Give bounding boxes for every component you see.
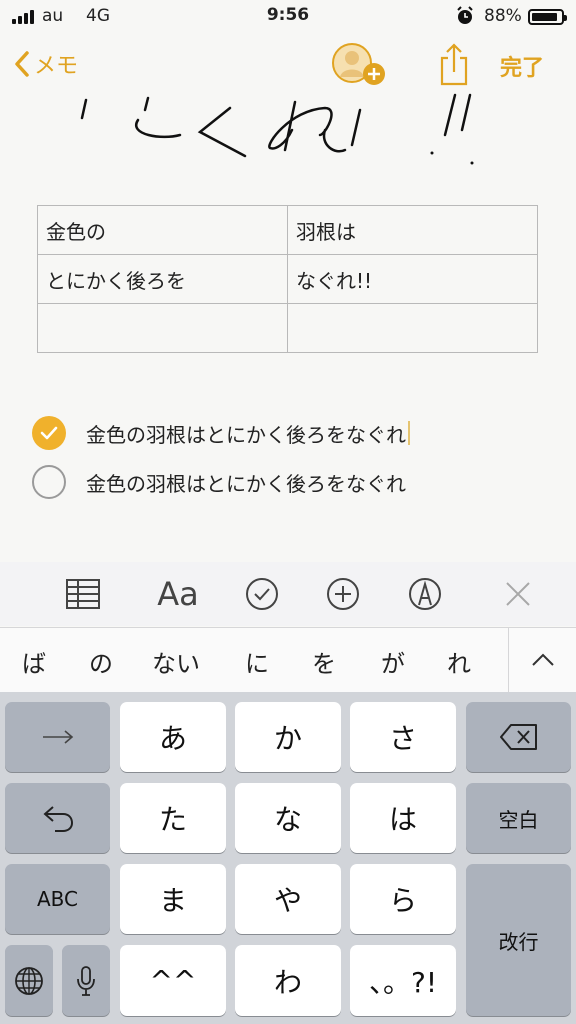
nav-bar: メモ 完了 xyxy=(0,40,576,90)
back-button[interactable]: メモ xyxy=(14,48,78,80)
key-ra[interactable]: ら xyxy=(350,864,456,934)
microphone-key[interactable] xyxy=(62,945,110,1016)
undo-key[interactable] xyxy=(5,783,110,853)
chevron-left-icon xyxy=(15,51,29,77)
key-ya[interactable]: や xyxy=(235,864,341,934)
globe-key[interactable] xyxy=(5,945,53,1016)
key-sa[interactable]: さ xyxy=(350,702,456,772)
undo-icon xyxy=(42,806,73,832)
share-icon xyxy=(440,43,468,86)
add-person-icon xyxy=(332,43,385,85)
arrow-key[interactable] xyxy=(5,702,110,772)
key-ta[interactable]: た xyxy=(120,783,226,853)
checklist-item: 金色の羽根はとにかく後ろをなぐれ xyxy=(32,462,406,502)
battery-level xyxy=(532,13,557,21)
key-wa[interactable]: わ xyxy=(235,945,341,1016)
return-key[interactable]: 改行 xyxy=(466,864,571,1016)
checked-circle-icon[interactable] xyxy=(32,416,66,450)
candidate-item[interactable]: ない xyxy=(152,644,200,679)
chevron-up-icon xyxy=(532,653,554,666)
abc-key[interactable]: ABC xyxy=(5,864,110,934)
handwriting-sketch[interactable] xyxy=(70,90,510,170)
format-toolbar: Aa xyxy=(0,562,576,626)
punctuation-key[interactable]: 、。?! xyxy=(350,945,456,1016)
candidate-item[interactable]: を xyxy=(312,644,336,679)
arrow-right-icon xyxy=(42,730,73,744)
table-row: 金色の 羽根は xyxy=(37,205,538,255)
expand-candidates-button[interactable] xyxy=(508,628,576,692)
add-icon[interactable] xyxy=(323,576,363,612)
backspace-icon xyxy=(499,724,537,750)
table-icon[interactable] xyxy=(63,576,103,612)
checklist-text[interactable]: 金色の羽根はとにかく後ろをなぐれ xyxy=(86,468,406,497)
emoticon-key[interactable]: ^^ xyxy=(120,945,226,1016)
table-cell[interactable] xyxy=(287,303,538,353)
table-cell[interactable]: 金色の xyxy=(37,205,288,255)
table-cell[interactable] xyxy=(37,303,288,353)
key-ha[interactable]: は xyxy=(350,783,456,853)
battery-icon xyxy=(528,9,567,25)
candidate-bar: ば の ない に を が れ xyxy=(0,627,576,693)
share-button[interactable] xyxy=(438,42,470,90)
close-icon[interactable] xyxy=(498,576,538,612)
candidate-item[interactable]: ば xyxy=(22,644,46,679)
checklist-item: 金色の羽根はとにかく後ろをなぐれ xyxy=(32,413,410,453)
microphone-icon xyxy=(77,965,95,996)
checklist-text[interactable]: 金色の羽根はとにかく後ろをなぐれ xyxy=(86,419,406,448)
delete-key[interactable] xyxy=(466,702,571,772)
key-ka[interactable]: か xyxy=(235,702,341,772)
key-ma[interactable]: ま xyxy=(120,864,226,934)
text-cursor xyxy=(408,421,410,445)
status-bar: au 4G 9:56 88% xyxy=(0,0,576,34)
key-na[interactable]: な xyxy=(235,783,341,853)
unchecked-circle-icon[interactable] xyxy=(32,465,66,499)
checklist-icon[interactable] xyxy=(242,576,282,612)
back-label: メモ xyxy=(34,54,79,79)
alarm-icon xyxy=(456,6,474,31)
table-cell[interactable]: なぐれ!! xyxy=(287,254,538,304)
note-table[interactable]: 金色の 羽根は とにかく後ろを なぐれ!! xyxy=(37,205,538,353)
table-cell[interactable]: 羽根は xyxy=(287,205,538,255)
table-row: とにかく後ろを なぐれ!! xyxy=(37,254,538,304)
candidate-item[interactable]: に xyxy=(245,644,269,679)
keyboard: あ か さ た な は 空白 ABC ま や ら 改行 ^^ わ 、。?! xyxy=(0,692,576,1024)
space-key[interactable]: 空白 xyxy=(466,783,571,853)
format-icon[interactable]: Aa xyxy=(150,575,206,613)
globe-icon xyxy=(15,966,43,995)
candidate-item[interactable]: の xyxy=(89,644,113,679)
battery-percent: 88% xyxy=(484,6,522,26)
markup-icon[interactable] xyxy=(405,576,445,612)
candidate-item[interactable]: れ xyxy=(447,644,471,679)
done-button[interactable]: 完了 xyxy=(500,50,544,82)
table-cell[interactable]: とにかく後ろを xyxy=(37,254,288,304)
key-a[interactable]: あ xyxy=(120,702,226,772)
candidate-item[interactable]: が xyxy=(381,644,405,679)
table-row xyxy=(37,303,538,353)
add-person-button[interactable] xyxy=(332,43,388,91)
